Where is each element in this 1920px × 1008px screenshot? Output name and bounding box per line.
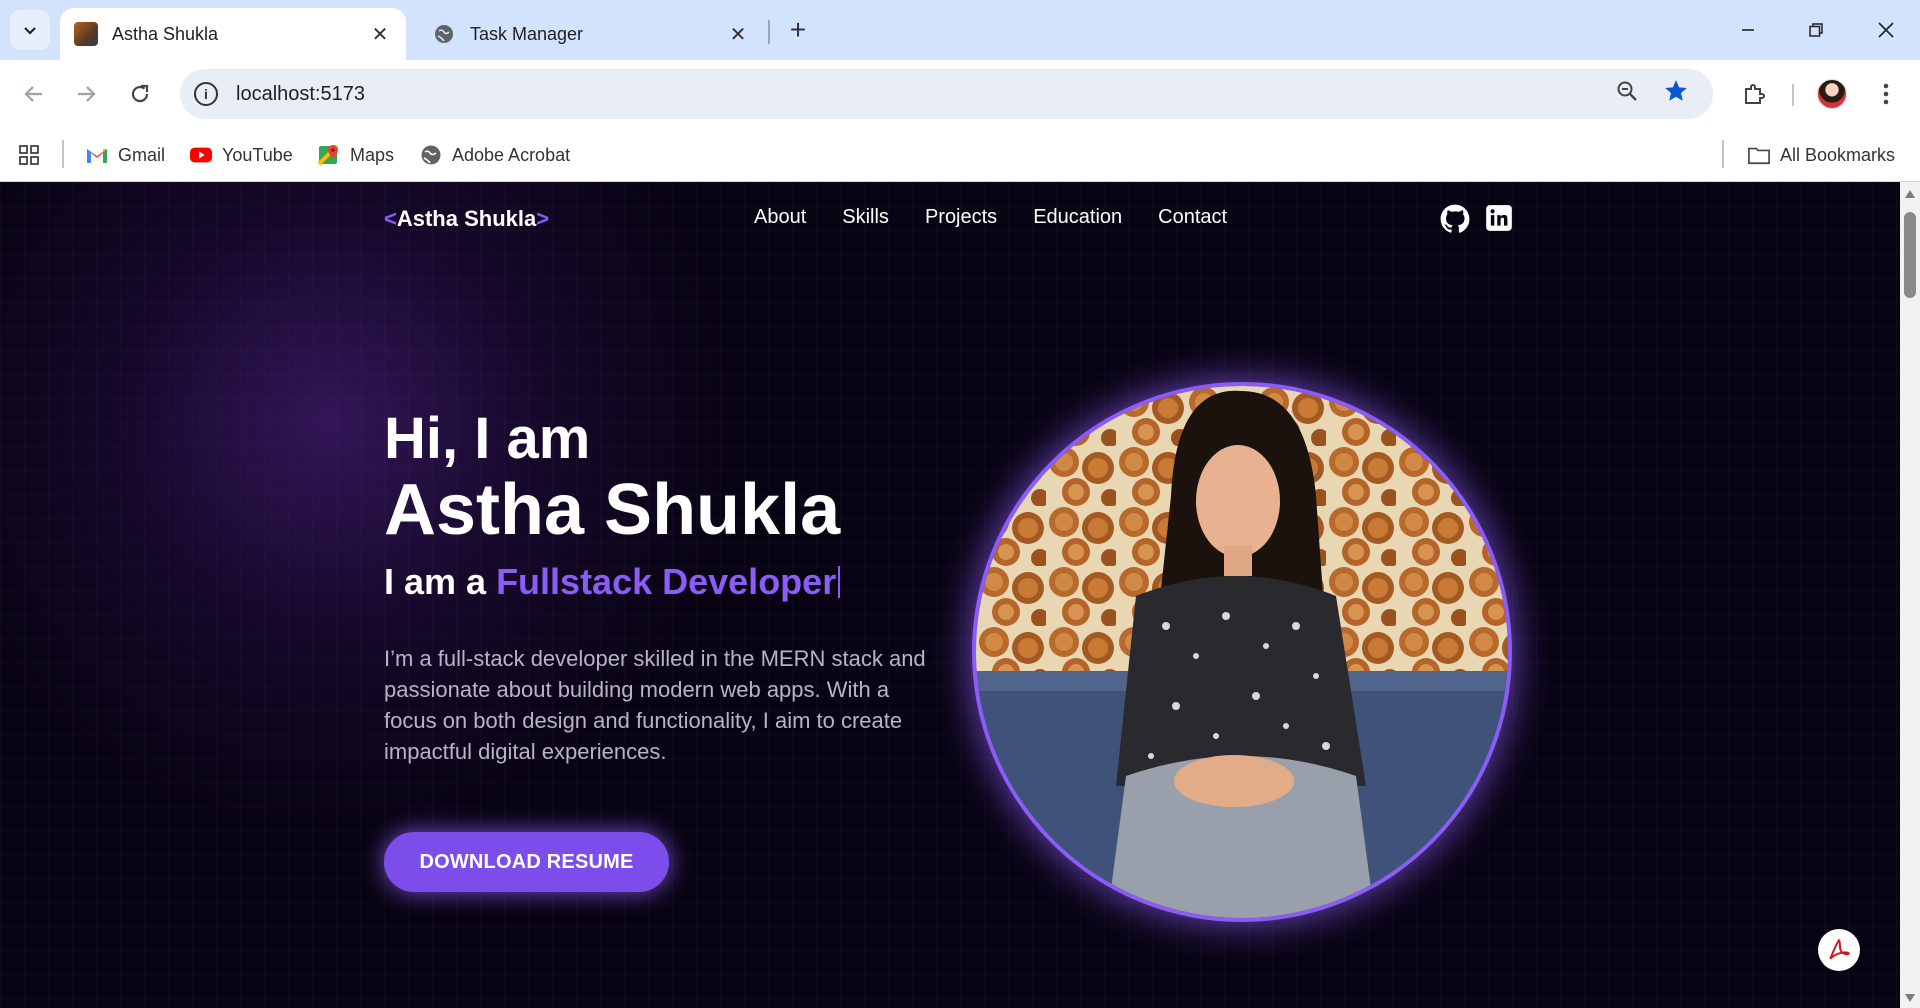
arrow-left-icon (24, 86, 42, 102)
bookmark-label: YouTube (222, 144, 293, 165)
hero-intro: Hi, I am Astha Shukla I am a Fullstack D… (384, 407, 944, 767)
acrobat-floating-button[interactable] (1818, 929, 1860, 971)
bookmark-adobe-acrobat[interactable]: Adobe Acrobat (420, 140, 570, 170)
bookmark-label: Adobe Acrobat (452, 144, 571, 165)
profile-button[interactable] (1810, 72, 1854, 116)
star-icon (1665, 80, 1687, 101)
apps-grid-icon (19, 145, 39, 165)
restore-icon (1809, 23, 1823, 37)
menu-button[interactable] (1864, 72, 1908, 116)
maps-icon (318, 144, 340, 166)
bookmarks-bar: Gmail YouTube Maps Adobe Acrobat All Boo… (0, 128, 1920, 182)
arrow-right-icon (78, 86, 96, 102)
download-resume-button[interactable]: DOWNLOAD RESUME (384, 832, 669, 892)
nav-link-contact[interactable]: Contact (1158, 206, 1227, 229)
tab-strip: Astha Shukla ✕ Task Manager ✕ + (0, 0, 1920, 60)
site-nav-links: About Skills Projects Education Contact (754, 206, 1227, 229)
nav-link-projects[interactable]: Projects (925, 206, 997, 229)
more-vertical-icon (1883, 83, 1889, 105)
nav-link-about[interactable]: About (754, 206, 806, 229)
url-text: localhost:5173 (236, 82, 365, 105)
hero-greeting: Hi, I am (384, 406, 591, 471)
nav-link-skills[interactable]: Skills (842, 206, 889, 229)
forward-button[interactable] (64, 72, 108, 116)
bookmark-star-button[interactable] (1654, 69, 1698, 113)
hero-description: I’m a full-stack developer skilled in th… (384, 646, 926, 764)
scroll-up-icon[interactable] (1905, 190, 1915, 198)
site-favicon-icon (74, 22, 98, 46)
pdf-icon (1829, 938, 1850, 960)
tab-astha-shukla[interactable]: Astha Shukla ✕ (60, 8, 406, 60)
back-button[interactable] (12, 72, 56, 116)
window-close-button[interactable] (1852, 0, 1920, 60)
page-scrollbar[interactable] (1900, 182, 1920, 1008)
linkedin-icon[interactable] (1485, 204, 1515, 234)
minimize-icon (1742, 29, 1754, 31)
tab-task-manager[interactable]: Task Manager ✕ (418, 8, 764, 60)
extensions-button[interactable] (1732, 72, 1776, 116)
address-bar[interactable]: i localhost:5173 (180, 69, 1713, 119)
close-icon (1878, 22, 1894, 38)
site-info-icon[interactable]: i (194, 82, 218, 106)
typing-caret (838, 566, 841, 598)
bookmarks-separator (62, 140, 64, 168)
close-tab-icon[interactable]: ✕ (726, 22, 750, 46)
zoom-icon (1617, 81, 1637, 101)
all-bookmarks-button[interactable]: All Bookmarks (1748, 140, 1895, 170)
tab-title: Task Manager (470, 23, 584, 44)
all-bookmarks-label: All Bookmarks (1780, 144, 1896, 165)
reload-button[interactable] (118, 72, 162, 116)
puzzle-icon (1745, 84, 1765, 104)
browser-chrome: Astha Shukla ✕ Task Manager ✕ + i localh… (0, 0, 1920, 182)
avatar (1817, 79, 1847, 109)
tab-search-button[interactable] (10, 10, 50, 50)
site-navbar: <Astha Shukla> About Skills Projects Edu… (0, 182, 1900, 262)
zoom-button[interactable] (1605, 69, 1649, 113)
tab-title: Astha Shukla (112, 23, 219, 44)
bookmark-youtube[interactable]: YouTube (190, 140, 293, 170)
globe-icon (420, 144, 442, 166)
reload-icon (131, 84, 149, 103)
close-tab-icon[interactable]: ✕ (368, 22, 392, 46)
bookmark-label: Maps (350, 144, 395, 165)
apps-button[interactable] (18, 140, 40, 170)
new-tab-button[interactable]: + (780, 12, 816, 48)
nav-link-education[interactable]: Education (1033, 206, 1122, 229)
tab-separator (768, 20, 770, 44)
bookmark-label: Gmail (118, 144, 166, 165)
bookmark-gmail[interactable]: Gmail (86, 140, 165, 170)
globe-icon (432, 22, 456, 46)
hero-role: I am a Fullstack Developer (384, 561, 944, 603)
toolbar-divider (1792, 84, 1794, 106)
role-prefix: I am a (384, 561, 497, 602)
restore-button[interactable] (1782, 0, 1850, 60)
browser-toolbar: i localhost:5173 (0, 60, 1920, 128)
chevron-down-icon (24, 27, 36, 35)
youtube-icon (190, 144, 212, 166)
minimize-button[interactable] (1714, 0, 1782, 60)
scrollbar-thumb[interactable] (1904, 212, 1916, 298)
github-icon[interactable] (1440, 204, 1470, 234)
page-viewport: <Astha Shukla> About Skills Projects Edu… (0, 182, 1900, 1008)
profile-photo (972, 382, 1512, 922)
scroll-down-icon[interactable] (1905, 994, 1915, 1002)
bookmarks-separator (1722, 140, 1724, 168)
gmail-icon (86, 144, 108, 166)
hero-name: Astha Shukla (384, 470, 841, 550)
folder-icon (1748, 144, 1770, 166)
download-resume-label: DOWNLOAD RESUME (419, 850, 634, 873)
role-highlight: Fullstack Developer (496, 561, 837, 602)
bookmark-maps[interactable]: Maps (318, 140, 394, 170)
site-logo[interactable]: <Astha Shukla> (384, 206, 549, 232)
